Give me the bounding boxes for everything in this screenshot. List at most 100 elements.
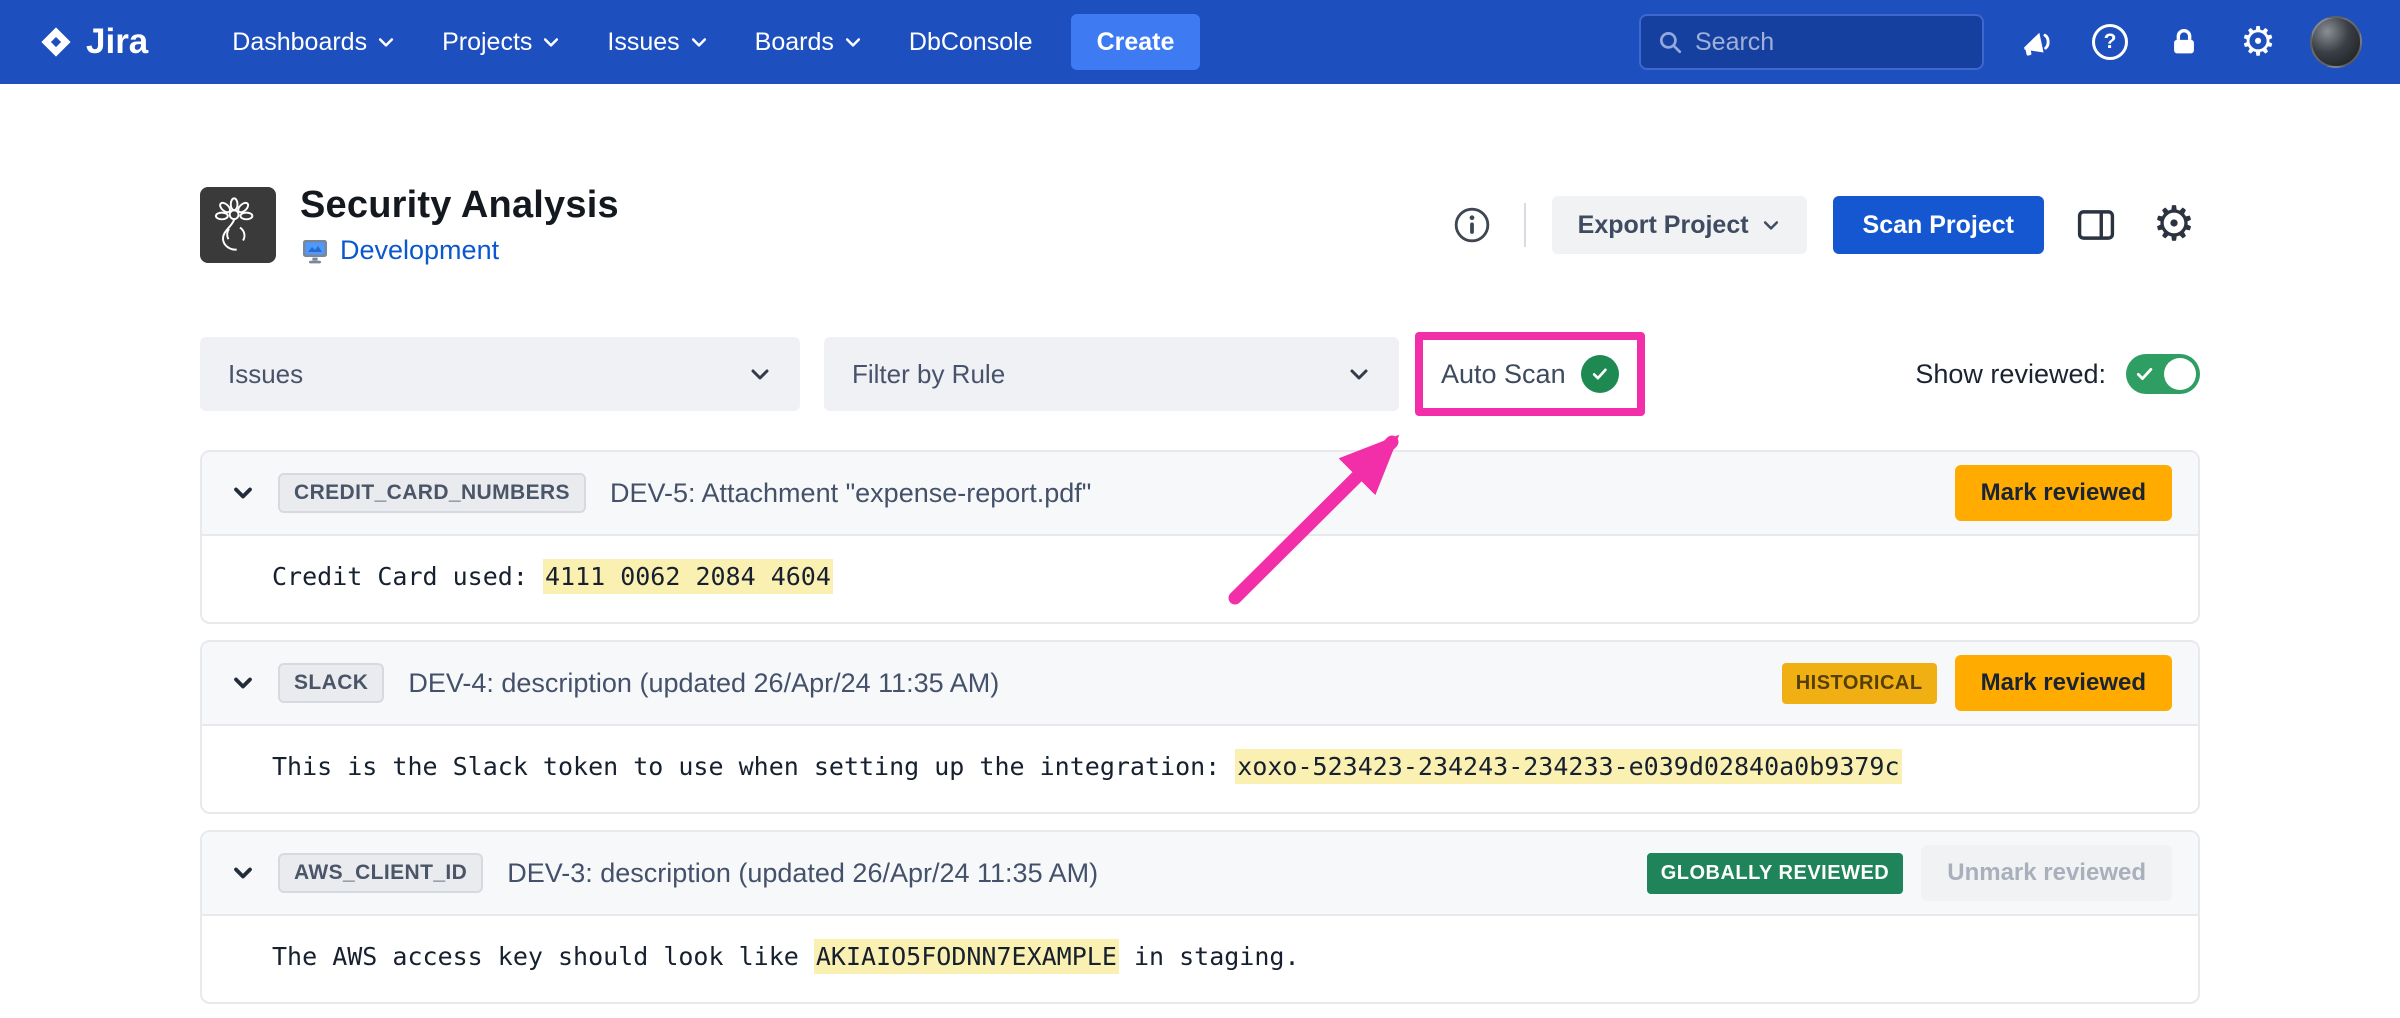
filter-row: Issues Filter by Rule Auto Scan Show rev… bbox=[200, 332, 2200, 416]
scan-project-button[interactable]: Scan Project bbox=[1833, 196, 2044, 254]
settings-button[interactable]: ⚙ bbox=[2236, 20, 2280, 64]
show-reviewed-label: Show reviewed: bbox=[1915, 359, 2106, 390]
check-icon bbox=[1590, 364, 1610, 384]
create-button[interactable]: Create bbox=[1071, 14, 1201, 70]
finding-text: in staging. bbox=[1119, 942, 1300, 971]
finding-title: DEV-4: description (updated 26/Apr/24 11… bbox=[408, 668, 999, 699]
show-reviewed-toggle[interactable] bbox=[2126, 354, 2200, 394]
historical-badge: HISTORICAL bbox=[1782, 663, 1937, 704]
finding-actions: HISTORICAL Mark reviewed bbox=[1782, 655, 2172, 711]
findings-list: CREDIT_CARD_NUMBERS DEV-5: Attachment "e… bbox=[200, 450, 2200, 1018]
nav-item-label: DbConsole bbox=[909, 28, 1033, 57]
info-icon bbox=[1453, 206, 1491, 244]
finding-actions: Mark reviewed bbox=[1955, 465, 2172, 521]
chevron-down-icon bbox=[541, 32, 561, 52]
finding-body: This is the Slack token to use when sett… bbox=[202, 726, 2198, 812]
megaphone-icon bbox=[2018, 24, 2054, 60]
rule-badge: CREDIT_CARD_NUMBERS bbox=[278, 473, 586, 513]
finding-card-header: AWS_CLIENT_ID DEV-3: description (update… bbox=[202, 832, 2198, 916]
sidebar-layout-icon bbox=[2075, 204, 2117, 246]
secret-highlight: 4111 0062 2084 4604 bbox=[543, 559, 833, 594]
project-avatar-art-icon bbox=[207, 194, 269, 256]
finding-actions: GLOBALLY REVIEWED Unmark reviewed bbox=[1647, 845, 2172, 901]
main-content: Security Analysis Development bbox=[200, 184, 2200, 1018]
mark-reviewed-button[interactable]: Mark reviewed bbox=[1955, 465, 2172, 521]
finding-card: AWS_CLIENT_ID DEV-3: description (update… bbox=[200, 830, 2200, 1004]
page: Jira Dashboards Projects Issues Boards D… bbox=[0, 0, 2400, 1018]
nav-item-label: Projects bbox=[442, 28, 532, 57]
rule-filter-select[interactable]: Filter by Rule bbox=[824, 337, 1399, 411]
rule-filter-value: Filter by Rule bbox=[852, 359, 1005, 390]
project-link[interactable]: Development bbox=[340, 235, 499, 266]
nav-item-label: Issues bbox=[607, 28, 679, 57]
nav-item-label: Boards bbox=[755, 28, 834, 57]
finding-card: CREDIT_CARD_NUMBERS DEV-5: Attachment "e… bbox=[200, 450, 2200, 624]
secret-highlight: xoxo-523423-234243-234233-e039d02840a0b9… bbox=[1235, 749, 1901, 784]
finding-body: Credit Card used: 4111 0062 2084 4604 bbox=[202, 536, 2198, 622]
gear-icon: ⚙ bbox=[2240, 22, 2276, 62]
search-icon bbox=[1657, 29, 1683, 55]
help-icon: ? bbox=[2092, 24, 2128, 60]
info-button[interactable] bbox=[1446, 199, 1498, 251]
finding-text: Credit Card used: bbox=[272, 562, 543, 591]
unmark-reviewed-button[interactable]: Unmark reviewed bbox=[1921, 845, 2172, 901]
nav-item-issues[interactable]: Issues bbox=[607, 28, 708, 57]
help-button[interactable]: ? bbox=[2088, 20, 2132, 64]
auto-scan-highlight: Auto Scan bbox=[1415, 332, 1645, 416]
nav-item-boards[interactable]: Boards bbox=[755, 28, 863, 57]
auto-scan-label: Auto Scan bbox=[1441, 359, 1566, 390]
chevron-down-icon bbox=[843, 32, 863, 52]
project-breadcrumb: Development bbox=[300, 235, 619, 266]
rule-badge: SLACK bbox=[278, 663, 384, 703]
jira-logo-icon bbox=[38, 24, 74, 60]
divider bbox=[1524, 203, 1526, 247]
finding-title: DEV-5: Attachment "expense-report.pdf" bbox=[610, 478, 1091, 509]
issues-select[interactable]: Issues bbox=[200, 337, 800, 411]
check-icon bbox=[2135, 364, 2155, 384]
finding-card-header: CREDIT_CARD_NUMBERS DEV-5: Attachment "e… bbox=[202, 452, 2198, 536]
layout-button[interactable] bbox=[2070, 199, 2122, 251]
gear-icon: ⚙ bbox=[2152, 201, 2195, 249]
rule-badge: AWS_CLIENT_ID bbox=[278, 853, 483, 893]
nav-item-dashboards[interactable]: Dashboards bbox=[232, 28, 396, 57]
collapse-chevron-icon[interactable] bbox=[228, 668, 258, 698]
nav-item-projects[interactable]: Projects bbox=[442, 28, 561, 57]
export-project-button[interactable]: Export Project bbox=[1552, 196, 1807, 254]
dev-project-icon bbox=[300, 236, 330, 266]
finding-body: The AWS access key should look like AKIA… bbox=[202, 916, 2198, 1002]
project-actions: Export Project Scan Project ⚙ bbox=[1446, 196, 2200, 254]
project-meta: Security Analysis Development bbox=[300, 184, 619, 266]
search-input[interactable] bbox=[1695, 28, 1966, 57]
search-box[interactable] bbox=[1639, 14, 1984, 70]
chevron-down-icon bbox=[748, 362, 772, 386]
finding-title: DEV-3: description (updated 26/Apr/24 11… bbox=[507, 858, 1098, 889]
chevron-down-icon bbox=[1761, 215, 1781, 235]
announcements-button[interactable] bbox=[2014, 20, 2058, 64]
finding-text: The AWS access key should look like bbox=[272, 942, 814, 971]
toggle-knob bbox=[2164, 358, 2196, 390]
auto-scan-toggle[interactable] bbox=[1581, 355, 1619, 393]
jira-logo[interactable]: Jira bbox=[38, 22, 148, 62]
finding-card: SLACK DEV-4: description (updated 26/Apr… bbox=[200, 640, 2200, 814]
nav-item-label: Dashboards bbox=[232, 28, 367, 57]
finding-card-header: SLACK DEV-4: description (updated 26/Apr… bbox=[202, 642, 2198, 726]
chevron-down-icon bbox=[689, 32, 709, 52]
secret-highlight: AKIAIO5FODNN7EXAMPLE bbox=[814, 939, 1119, 974]
navbar-right: ? ⚙ bbox=[1639, 14, 2362, 70]
export-project-label: Export Project bbox=[1578, 211, 1749, 240]
chevron-down-icon bbox=[1347, 362, 1371, 386]
permissions-button[interactable] bbox=[2162, 20, 2206, 64]
nav-item-dbconsole[interactable]: DbConsole bbox=[909, 28, 1033, 57]
top-navbar: Jira Dashboards Projects Issues Boards D… bbox=[0, 0, 2400, 84]
project-header: Security Analysis Development bbox=[200, 184, 2200, 266]
collapse-chevron-icon[interactable] bbox=[228, 858, 258, 888]
finding-text: This is the Slack token to use when sett… bbox=[272, 752, 1235, 781]
page-settings-button[interactable]: ⚙ bbox=[2148, 199, 2200, 251]
collapse-chevron-icon[interactable] bbox=[228, 478, 258, 508]
project-avatar bbox=[200, 187, 276, 263]
chevron-down-icon bbox=[376, 32, 396, 52]
nav-menu: Dashboards Projects Issues Boards DbCons… bbox=[232, 28, 1032, 57]
mark-reviewed-button[interactable]: Mark reviewed bbox=[1955, 655, 2172, 711]
issues-select-value: Issues bbox=[228, 359, 303, 390]
user-avatar[interactable] bbox=[2310, 16, 2362, 68]
